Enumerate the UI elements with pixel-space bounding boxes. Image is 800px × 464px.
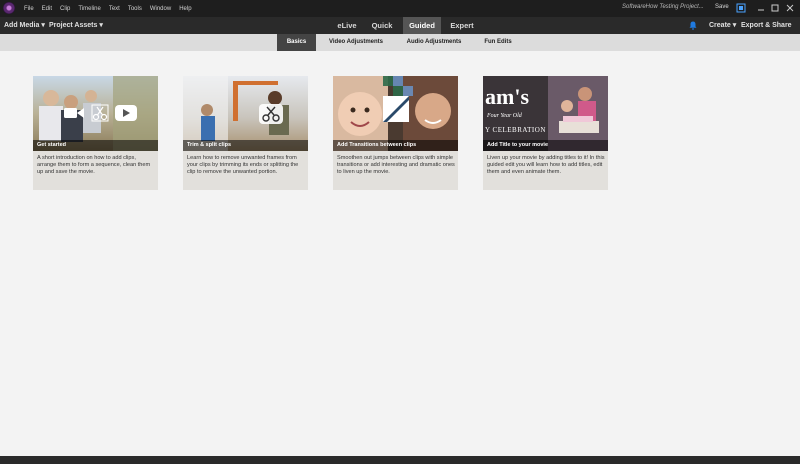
subtab-video-adjustments[interactable]: Video Adjustments	[324, 34, 388, 51]
title-text-line: am's	[485, 84, 529, 109]
save-button[interactable]: Save	[715, 4, 729, 10]
menu-bar: File Edit Clip Timeline Text Tools Windo…	[24, 0, 192, 17]
create-button[interactable]: Create ▾	[709, 17, 736, 34]
menu-text[interactable]: Text	[109, 6, 120, 12]
guided-content-area: Get started A short introduction on how …	[0, 51, 800, 456]
card-thumbnail: Trim & split clips	[183, 76, 308, 151]
chevron-down-icon: ▾	[732, 22, 737, 29]
card-thumbnail: Get started	[33, 76, 158, 151]
tab-elive[interactable]: eLive	[327, 17, 367, 34]
create-label: Create	[709, 22, 731, 29]
scissors-icon	[259, 104, 283, 129]
card-add-transitions[interactable]: Add Transitions between clips Smoothen o…	[333, 76, 458, 190]
menu-help[interactable]: Help	[179, 6, 191, 12]
project-title: SoftwareHow Testing Project...	[622, 4, 704, 10]
card-title: Add Transitions between clips	[333, 140, 458, 151]
menu-window[interactable]: Window	[150, 6, 171, 12]
card-thumbnail: Add Transitions between clips	[333, 76, 458, 151]
guided-subtabs: Basics Video Adjustments Audio Adjustmen…	[0, 34, 800, 51]
card-description: Learn how to remove unwanted frames from…	[187, 155, 299, 176]
play-icon	[115, 105, 137, 126]
menu-tools[interactable]: Tools	[128, 6, 142, 12]
project-assets-button[interactable]: Project Assets ▾	[49, 17, 103, 34]
transition-icon	[383, 96, 409, 127]
maximize-icon[interactable]	[770, 3, 780, 13]
subtab-audio-adjustments[interactable]: Audio Adjustments	[402, 34, 466, 51]
bottom-bar	[0, 456, 800, 464]
add-media-label: Add Media	[4, 22, 40, 29]
project-assets-label: Project Assets	[49, 22, 98, 29]
subtab-basics[interactable]: Basics	[277, 34, 316, 51]
card-title: Trim & split clips	[183, 140, 308, 151]
tab-quick[interactable]: Quick	[366, 17, 398, 34]
card-title: Get started	[33, 140, 158, 151]
title-bar: File Edit Clip Timeline Text Tools Windo…	[0, 0, 800, 17]
card-description: A short introduction on how to add clips…	[37, 155, 151, 176]
add-media-button[interactable]: Add Media ▾	[4, 17, 45, 34]
subtab-fun-edits[interactable]: Fun Edits	[480, 34, 516, 51]
tab-guided[interactable]: Guided	[403, 17, 441, 34]
tab-expert[interactable]: Expert	[444, 17, 480, 34]
card-description: Smoothen out jumps between clips with si…	[337, 155, 455, 176]
card-title: Add Title to your movie	[483, 140, 608, 151]
card-trim-split[interactable]: Trim & split clips Learn how to remove u…	[183, 76, 308, 190]
app-icon	[3, 2, 15, 14]
notification-bell-icon[interactable]	[689, 21, 697, 30]
card-description: Liven up your movie by adding titles to …	[487, 155, 605, 176]
chevron-down-icon: ▾	[41, 22, 45, 29]
chevron-down-icon: ▾	[99, 22, 103, 29]
export-share-button[interactable]: Export & Share	[741, 17, 792, 34]
title-text-line: Y CELEBRATION	[485, 126, 546, 134]
card-add-title[interactable]: am's Four Year Old Y CELEBRATION Add Tit…	[483, 76, 608, 190]
card-thumbnail: am's Four Year Old Y CELEBRATION Add Tit…	[483, 76, 608, 151]
menu-file[interactable]: File	[24, 6, 34, 12]
menu-clip[interactable]: Clip	[60, 6, 70, 12]
menu-edit[interactable]: Edit	[42, 6, 52, 12]
video-camera-icon	[64, 106, 84, 125]
minimize-icon[interactable]	[756, 3, 766, 13]
title-text-line: Four Year Old	[487, 113, 522, 119]
close-icon[interactable]	[785, 3, 795, 13]
scissors-icon	[91, 104, 109, 127]
card-get-started[interactable]: Get started A short introduction on how …	[33, 76, 158, 190]
main-toolbar: Add Media ▾ Project Assets ▾ eLive Quick…	[0, 17, 800, 34]
screen-icon[interactable]	[736, 3, 746, 13]
menu-timeline[interactable]: Timeline	[78, 6, 100, 12]
